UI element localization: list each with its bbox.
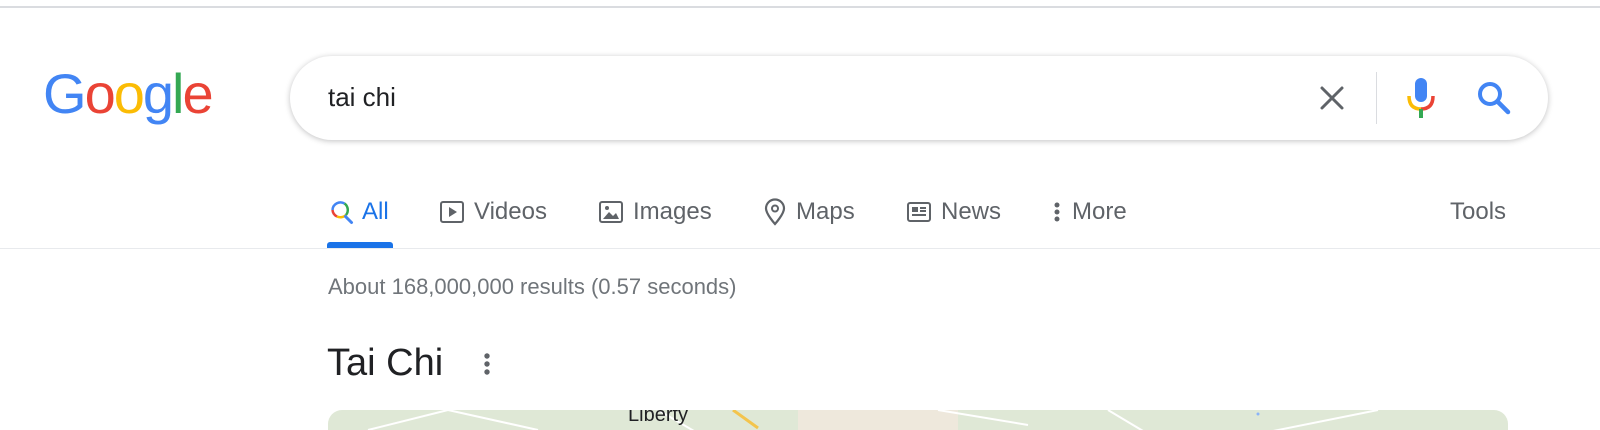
logo-letter: e [182,62,213,125]
image-icon [599,201,623,223]
map-pin-icon [764,198,786,226]
search-icon[interactable] [1474,78,1514,118]
result-stats: About 168,000,000 results (0.57 seconds) [328,274,737,299]
search-icon [331,201,353,224]
map-label: Liberty [628,410,689,426]
nav-divider [0,248,1600,249]
tab-news[interactable]: News [905,192,1001,232]
vertical-dots-icon[interactable] [478,350,496,380]
google-logo[interactable]: Google [43,62,214,125]
logo-letter: g [142,62,174,125]
tab-label: More [1072,198,1127,225]
map-roads [367,410,1379,430]
search-divider [1376,72,1377,124]
tab-all[interactable]: All [328,192,389,232]
tab-maps[interactable]: Maps [762,192,855,232]
top-border [0,6,1600,8]
tab-more[interactable]: More [1050,192,1127,232]
map-preview[interactable]: Liberty [328,410,1508,430]
search-box[interactable]: tai chi [290,56,1548,140]
tab-images[interactable]: Images [597,192,712,232]
play-icon [440,201,464,223]
close-icon[interactable] [1314,80,1350,116]
search-input[interactable]: tai chi [328,82,396,113]
tab-label: Images [633,198,712,225]
logo-letter: o [113,62,145,125]
tools-button[interactable]: Tools [1450,192,1506,232]
search-tabs: All Videos Images Maps News More Tools [0,180,1600,250]
logo-letter: o [84,62,116,125]
newspaper-icon [907,202,931,222]
tab-videos[interactable]: Videos [438,192,547,232]
knowledge-panel-title: Tai Chi [327,342,444,384]
tab-label: All [362,198,389,225]
logo-letter: G [43,62,87,125]
logo-letter: l [172,62,185,125]
microphone-icon[interactable] [1404,76,1438,120]
tab-label: Maps [796,198,855,225]
vertical-dots-icon [1054,202,1060,222]
tab-label: Videos [474,198,547,225]
tab-label: News [941,198,1002,225]
